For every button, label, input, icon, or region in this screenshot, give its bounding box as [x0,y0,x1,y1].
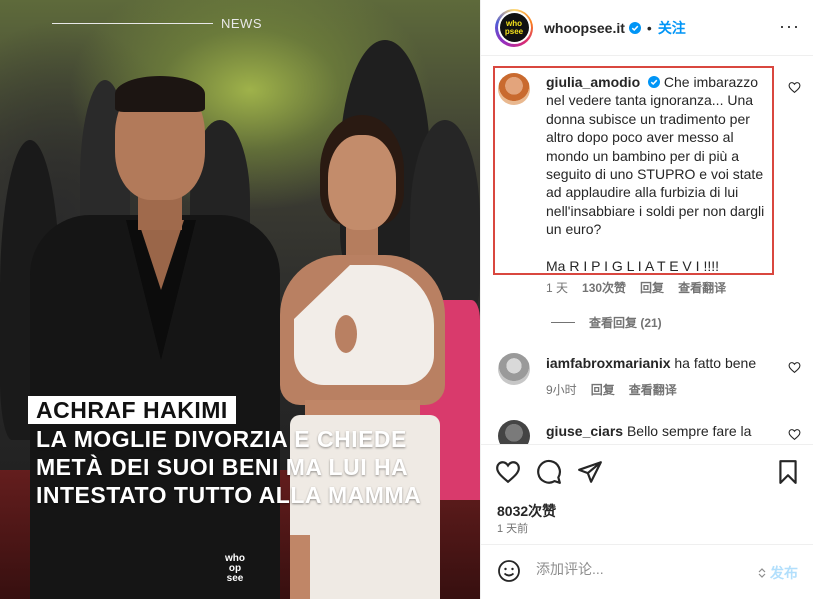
like-comment-heart-icon[interactable] [788,428,801,441]
commenter-avatar[interactable] [498,353,530,385]
comment-body: iamfabroxmarianix ha fatto bene [546,354,776,372]
like-heart-icon[interactable] [495,459,521,485]
like-comment-heart-icon[interactable] [788,361,801,374]
like-comment-heart-icon[interactable] [788,81,801,94]
post-label: 发布 [770,565,798,581]
commenter-avatar[interactable] [498,420,530,444]
emoji-icon[interactable] [497,559,521,583]
verified-badge-icon [628,21,641,34]
news-tag: NEWS [52,16,262,31]
comment-text: Che imbarazzo nel vedere tanta ignoranza… [546,74,765,238]
news-tag-line [52,23,213,24]
replies-dash [551,322,575,323]
woman-figure [260,115,460,599]
comment-username[interactable]: giulia_amodio [546,74,640,90]
post-image[interactable]: NEWS ACHRAF HAKIMI LA MOGLIE DIVORZIA E … [0,0,480,599]
reply-button[interactable]: 回复 [640,279,664,296]
comment-body: giulia_amodio Che imbarazzo nel vedere t… [546,73,771,275]
headline-line: LA MOGLIE DIVORZIA E CHIEDE [36,426,407,452]
verified-badge-icon [648,76,661,88]
reply-button[interactable]: 回复 [591,381,615,398]
view-replies-button[interactable]: 查看回复 (21) [551,314,662,331]
post-time: 1 天前 [497,523,529,535]
account-username[interactable]: whoopsee.it [544,20,625,36]
share-icon[interactable] [577,459,603,485]
view-replies-label: 查看回复 (21) [589,316,662,330]
comment-text-secondary: Ma R I P I G L I A T E V I !!!! [546,257,719,274]
whoopsee-watermark: who op see [225,553,245,584]
comment-meta: 1 天 130次赞 回复 查看翻译 [546,279,726,296]
headline-line: INTESTATO TUTTO ALLA MAMMA [36,482,422,508]
account-avatar[interactable]: who psee [495,8,533,47]
input-stepper-icon [758,568,766,578]
post-header: who psee whoopsee.it • 关注 ··· [481,0,813,56]
likes-count[interactable]: 8032次赞 [497,501,556,521]
add-comment-input[interactable] [536,561,736,577]
headline-name: ACHRAF HAKIMI [28,396,236,424]
comment-time: 9小时 [546,383,577,397]
comment-text: Bello sempre fare la [626,423,752,439]
translate-button[interactable]: 查看翻译 [678,279,726,296]
post-side-panel: who psee whoopsee.it • 关注 ··· giulia_amod… [480,0,813,599]
comment-username[interactable]: iamfabroxmarianix [546,355,671,371]
more-options-icon[interactable]: ··· [779,16,800,37]
comment-icon[interactable] [536,459,562,485]
separator-dot: • [646,19,652,36]
headline-line: METÀ DEI SUOI BENI MA LUI HA [36,454,409,480]
comment-text: ha fatto bene [674,355,757,371]
whoopsee-logo: who psee [499,13,529,42]
comment-body: giuse_ciars Bello sempre fare la [546,422,776,440]
comment-meta: 9小时 回复 查看翻译 [546,381,677,398]
comments-list[interactable]: giulia_amodio Che imbarazzo nel vedere t… [481,56,813,444]
translate-button[interactable]: 查看翻译 [629,381,677,398]
add-comment-bar: 发布 [481,544,813,599]
instagram-post-modal: NEWS ACHRAF HAKIMI LA MOGLIE DIVORZIA E … [0,0,813,599]
commenter-avatar[interactable] [498,73,530,105]
post-actions: 8032次赞 1 天前 [481,444,813,544]
headline: ACHRAF HAKIMI LA MOGLIE DIVORZIA E CHIED… [28,396,468,508]
news-tag-label: NEWS [221,16,262,31]
man-figure [30,76,280,599]
comment-username[interactable]: giuse_ciars [546,423,623,439]
comment-likes[interactable]: 130次赞 [582,279,626,296]
save-bookmark-icon[interactable] [775,459,801,485]
post-comment-button[interactable]: 发布 [757,563,798,583]
follow-button[interactable]: 关注 [658,18,686,38]
comment-time: 1 天 [546,281,569,295]
